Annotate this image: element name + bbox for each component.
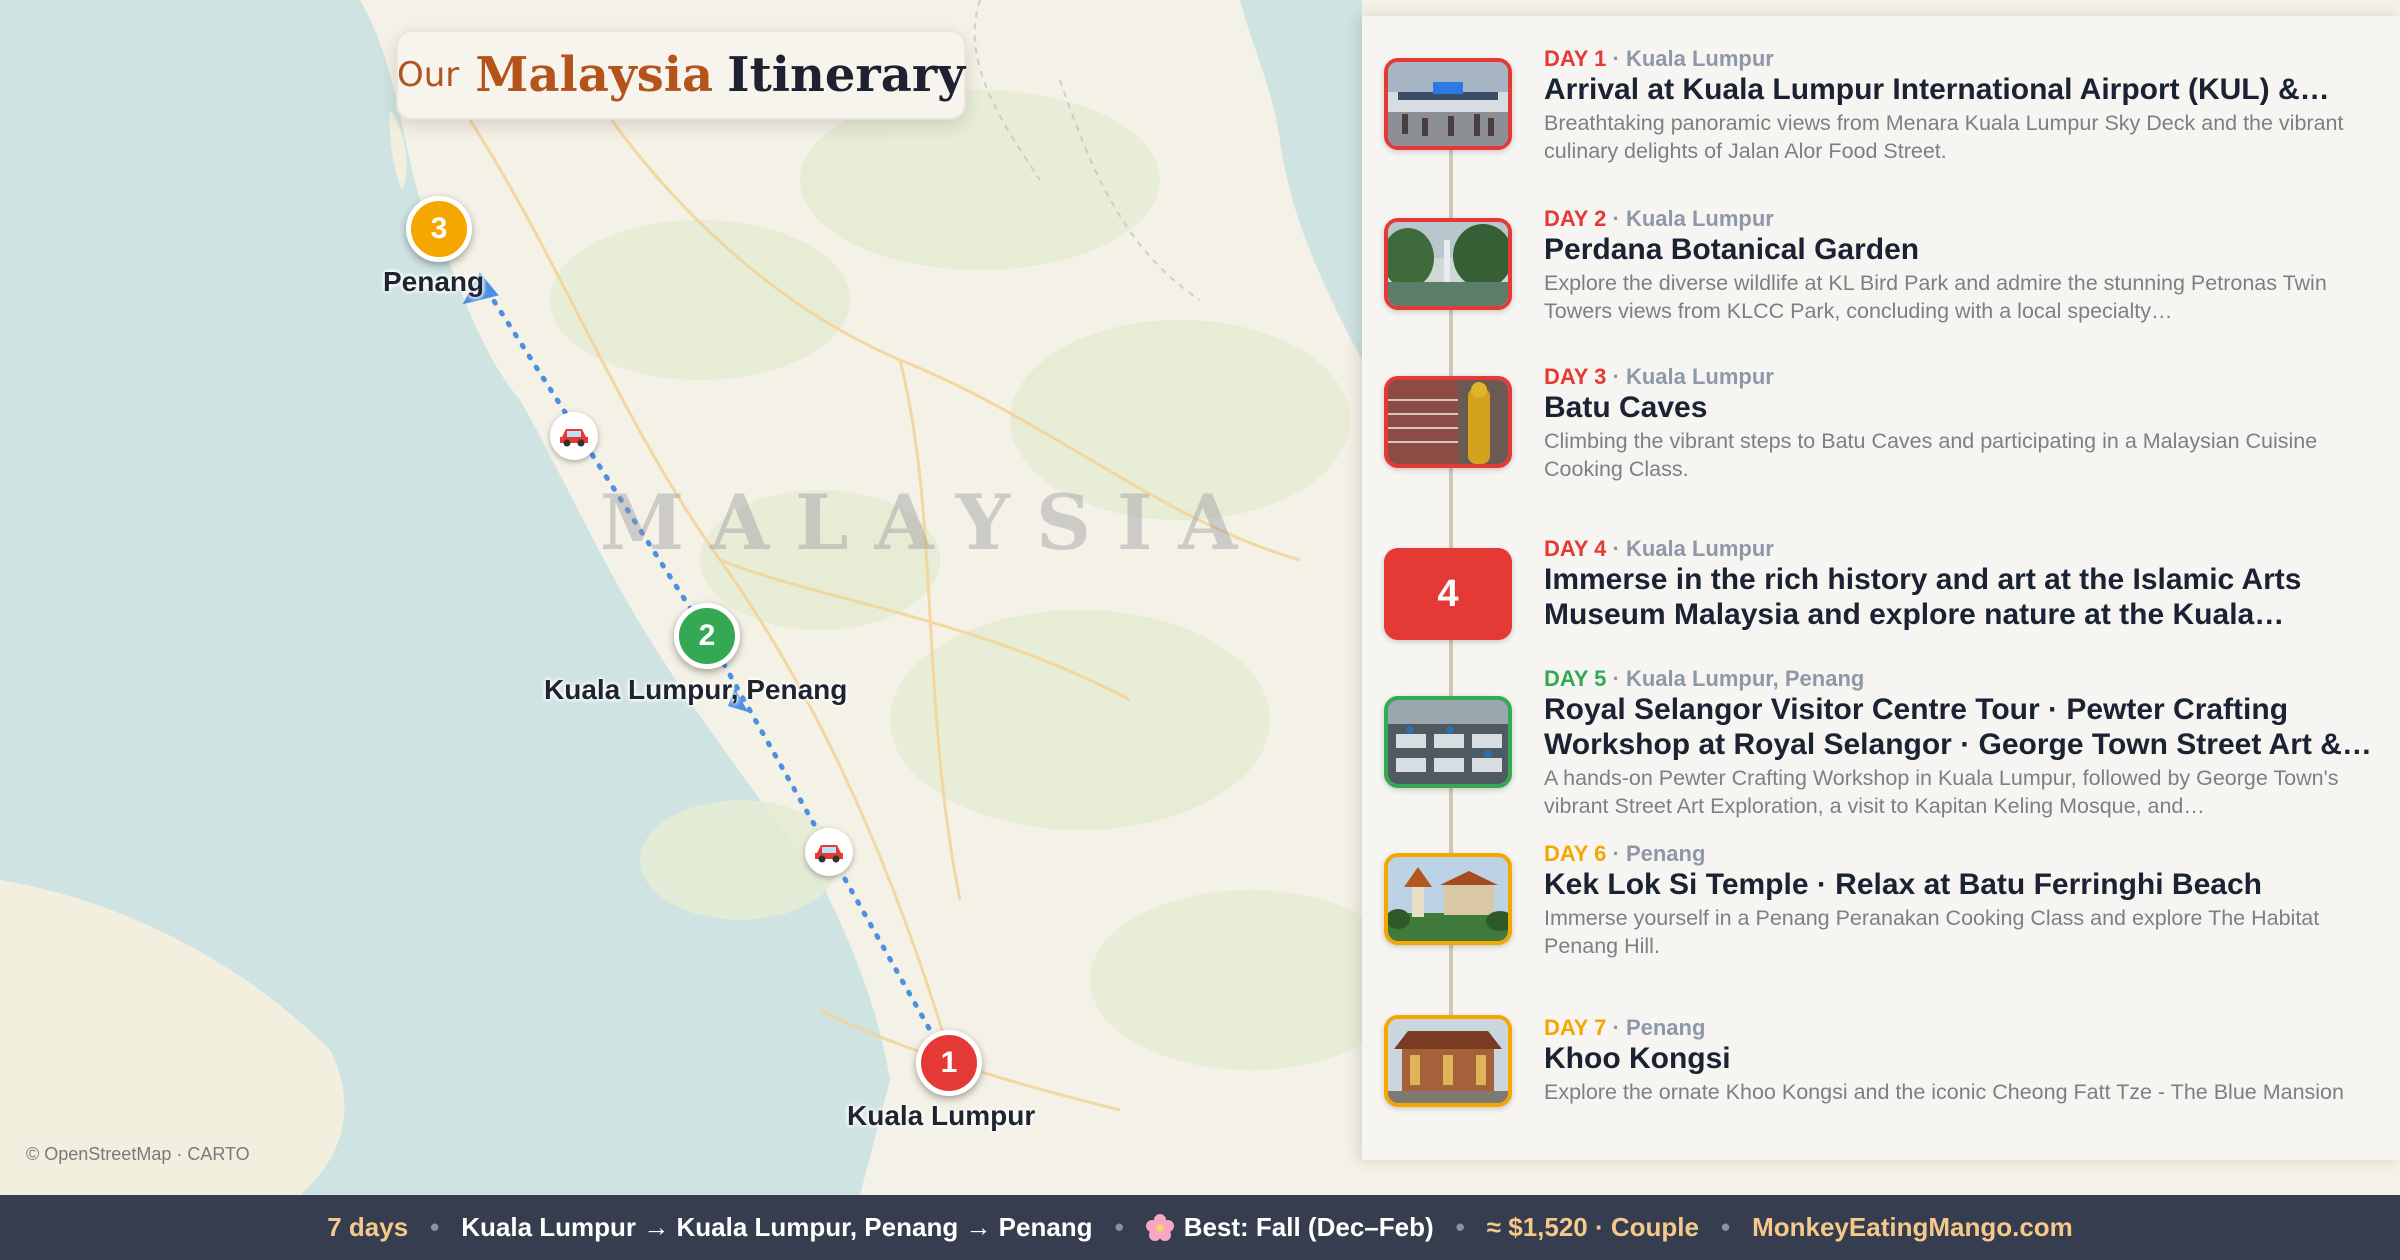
day-number-badge: 4 — [1384, 548, 1512, 640]
batu-caves-photo — [1384, 376, 1512, 468]
estimated-cost: ≈ $1,520 · Couple — [1486, 1212, 1699, 1242]
title-prefix: Our — [397, 55, 460, 95]
day-description: Immerse yourself in a Penang Peranakan C… — [1544, 906, 2320, 958]
temple-photo — [1384, 853, 1512, 945]
day-label: DAY 2 · Kuala Lumpur — [1544, 206, 1774, 231]
day-description: Breathtaking panoramic views from Menara… — [1544, 111, 2344, 163]
khoo-kongsi-photo — [1384, 1015, 1512, 1107]
map-pin-label: Kuala Lumpur, Penang — [544, 674, 848, 705]
cherry-blossom-icon — [1145, 1213, 1174, 1242]
separator-dot: • — [1720, 1212, 1731, 1242]
map-title-card: Our Malaysia Itinerary — [396, 30, 966, 120]
itinerary-panel: DAY 1 · Kuala Lumpur Arrival at Kuala Lu… — [1362, 16, 2400, 1160]
day-description: Explore the diverse wildlife at KL Bird … — [1544, 271, 2327, 323]
day-label: DAY 4 · Kuala Lumpur — [1544, 536, 1774, 561]
airport-photo — [1384, 58, 1512, 150]
day-description: Climbing the vibrant steps to Batu Caves… — [1544, 429, 2318, 481]
day-description: Explore the ornate Khoo Kongsi and the i… — [1544, 1080, 2344, 1104]
country-watermark: MALAYSIA — [600, 478, 1264, 567]
workshop-photo — [1384, 696, 1512, 788]
map-pin-2[interactable]: 2 — [674, 603, 740, 669]
separator-dot: • — [430, 1212, 440, 1242]
day-label: DAY 6 · Penang — [1544, 841, 1706, 866]
title-word: Itinerary — [727, 47, 965, 103]
map-pin-3[interactable]: 3 — [406, 196, 472, 262]
day-title: Kek Lok Si Temple · Relax at Batu Ferrin… — [1544, 868, 2262, 901]
best-season: Best: Fall (Dec–Feb) — [1183, 1212, 1434, 1242]
map-pin-1[interactable]: 1 — [916, 1030, 982, 1096]
day-title: Perdana Botanical Garden — [1544, 233, 1920, 266]
day-label: DAY 5 · Kuala Lumpur, Penang — [1544, 666, 1865, 691]
title-country: Malaysia — [475, 47, 714, 103]
day-description: A hands-on Pewter Crafting Workshop in K… — [1544, 766, 2339, 818]
day-title: Khoo Kongsi — [1544, 1042, 1731, 1075]
map-attribution: © OpenStreetMap · CARTO — [26, 1144, 250, 1164]
day-label: DAY 7 · Penang — [1544, 1015, 1706, 1040]
day-label: DAY 1 · Kuala Lumpur — [1544, 46, 1774, 71]
day-title: Batu Caves — [1544, 391, 1708, 424]
day-title: Arrival at Kuala Lumpur International Ai… — [1544, 73, 2330, 106]
site-link[interactable]: MonkeyEatingMango.com — [1752, 1212, 2073, 1243]
day-title: Immerse in the rich history and art at t… — [1544, 563, 2302, 631]
day-label: DAY 3 · Kuala Lumpur — [1544, 364, 1774, 389]
car-icon — [805, 828, 853, 876]
car-icon — [550, 412, 598, 460]
trip-duration: 7 days — [327, 1212, 409, 1242]
separator-dot: • — [1455, 1212, 1465, 1242]
map-pin-label: Penang — [383, 266, 485, 297]
separator-dot: • — [1114, 1212, 1124, 1242]
garden-photo — [1384, 218, 1512, 310]
day-title: Royal Selangor Visitor Centre Tour · Pew… — [1544, 693, 2372, 761]
trip-route: Kuala Lumpur → Kuala Lumpur, Penang → Pe… — [461, 1212, 1093, 1242]
trip-summary-bar: 7 days • Kuala Lumpur → Kuala Lumpur, Pe… — [0, 1195, 2400, 1260]
map-pin-label: Kuala Lumpur — [847, 1100, 1036, 1131]
